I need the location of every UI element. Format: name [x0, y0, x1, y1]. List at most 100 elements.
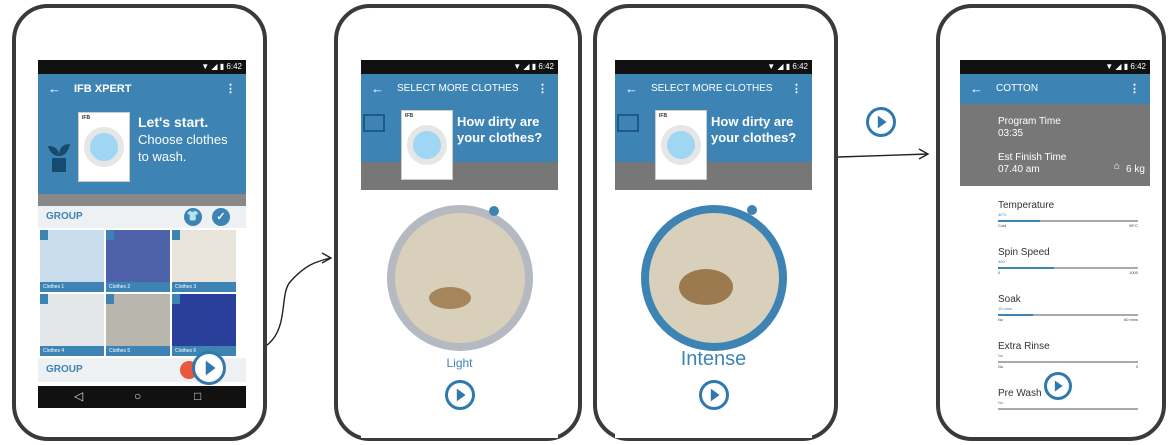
info-tag-icon — [40, 230, 48, 240]
info-tag-icon — [172, 230, 180, 240]
dial-handle[interactable] — [747, 205, 757, 215]
setting-current: No — [998, 353, 1004, 358]
back-arrow-icon[interactable]: ← — [970, 74, 983, 104]
play-button[interactable] — [699, 380, 729, 410]
setting-current: No — [998, 400, 1004, 405]
screen-title: SELECT MORE CLOTHES — [397, 83, 519, 94]
setting-max: 60 mins — [1123, 317, 1138, 322]
setting-min: Cold — [998, 223, 1007, 228]
more-options-icon[interactable]: ⋮ — [791, 74, 802, 104]
group-label-2: GROUP — [46, 364, 83, 375]
back-arrow-icon[interactable]: ← — [371, 74, 384, 104]
screen-title: SELECT MORE CLOTHES — [651, 83, 773, 94]
home-nav-icon[interactable]: ○ — [134, 389, 141, 403]
plant-icon — [48, 144, 70, 172]
setting-min: No — [998, 364, 1004, 369]
app-bar: ← SELECT MORE CLOTHES ⋮ — [361, 74, 558, 104]
setting-slider[interactable]: Soak 15 mins No 60 mins — [998, 294, 1138, 322]
setting-max: 95°C — [1129, 223, 1138, 228]
hero-title: Let's start. — [138, 114, 209, 130]
dirt-level-label: Light — [446, 356, 473, 370]
clothes-tile-2[interactable]: Clothes 2 — [106, 230, 170, 292]
question-banner: How dirty are your clothes? — [361, 104, 558, 162]
screen-dirt-intense: ▼ ◢ ▮ 6:42 ← SELECT MORE CLOTHES ⋮ How d… — [615, 60, 812, 438]
dirt-level-dial[interactable] — [641, 205, 787, 351]
app-title: IFB XPERT — [74, 83, 132, 95]
back-arrow-icon[interactable]: ← — [625, 74, 638, 104]
screen-group-select: ▼ ◢ ▮ 6:42 ← IFB XPERT ⋮ IFB Let's start… — [38, 60, 246, 408]
setting-fill — [998, 267, 1054, 269]
arrow-screen3-to-screen4 — [837, 153, 929, 158]
program-title: COTTON — [996, 83, 1039, 94]
setting-track[interactable] — [998, 408, 1138, 410]
app-bar: ← COTTON ⋮ — [960, 74, 1150, 104]
question-line-1: How dirty are — [457, 114, 540, 129]
status-bar: ▼ ◢ ▮ 6:42 — [38, 60, 246, 74]
setting-max: 3 — [1135, 364, 1138, 369]
check-icon[interactable]: ✓ — [212, 208, 230, 226]
setting-name: Temperature — [998, 200, 1055, 211]
setting-track[interactable] — [998, 361, 1138, 363]
more-options-icon[interactable]: ⋮ — [1129, 74, 1140, 104]
play-button[interactable] — [445, 380, 475, 410]
setting-min: No — [998, 317, 1004, 322]
info-tag-icon — [40, 294, 48, 304]
setting-min: 0 — [998, 270, 1001, 275]
dial-handle[interactable] — [489, 206, 499, 216]
shirt-icon[interactable]: 👕 — [184, 208, 202, 226]
play-button[interactable] — [1044, 372, 1072, 400]
back-nav-icon[interactable]: ◁ — [74, 389, 83, 403]
finish-time-label: Est Finish Time — [998, 152, 1067, 163]
play-button[interactable] — [192, 351, 226, 385]
program-time-value: 03:35 — [998, 128, 1024, 139]
phone-frame-2: ▼ ◢ ▮ 6:42 ← SELECT MORE CLOTHES ⋮ How d… — [334, 4, 582, 441]
setting-track[interactable] — [998, 314, 1138, 316]
finish-time-value: 07.40 am — [998, 164, 1040, 175]
screen-dirt-light: ▼ ◢ ▮ 6:42 ← SELECT MORE CLOTHES ⋮ How d… — [361, 60, 558, 438]
more-options-icon[interactable]: ⋮ — [537, 74, 548, 104]
info-tag-icon — [172, 294, 180, 304]
nav-bar: ◁ ○ □ — [38, 386, 246, 408]
question-line-1: How dirty are — [711, 114, 794, 129]
setting-track[interactable] — [998, 220, 1138, 222]
setting-current: 30°C — [998, 212, 1007, 217]
washing-machine-image: IFB — [401, 110, 453, 180]
app-bar: ← SELECT MORE CLOTHES ⋮ — [615, 74, 812, 104]
setting-slider[interactable]: Spin Speed 400 0 1000 — [998, 247, 1138, 275]
weight-icon: ⌂ — [1114, 161, 1121, 172]
back-arrow-icon[interactable]: ← — [48, 74, 61, 104]
load-weight: 6 kg — [1126, 164, 1145, 175]
clothes-tile-6[interactable]: Clothes 6 — [172, 294, 236, 356]
question-line-2: your clothes? — [457, 130, 543, 145]
program-time-label: Program Time — [998, 116, 1061, 127]
setting-name: Soak — [998, 294, 1021, 305]
setting-current: 15 mins — [998, 306, 1013, 311]
status-bar: ▼ ◢ ▮ 6:42 — [361, 60, 558, 74]
info-tag-icon — [106, 294, 114, 304]
setting-max: 1000 — [1129, 270, 1138, 275]
setting-current: 400 — [998, 259, 1005, 264]
grey-separator — [615, 162, 812, 190]
screen-cotton-program: ▼ ◢ ▮ 6:42 ← COTTON ⋮ Program Time 03:35… — [960, 60, 1150, 410]
info-tag-icon — [106, 230, 114, 240]
setting-fill — [998, 314, 1033, 316]
clothes-caption: Clothes 1 — [40, 282, 104, 292]
setting-track[interactable] — [998, 267, 1138, 269]
group-label: GROUP — [46, 211, 83, 222]
more-options-icon[interactable]: ⋮ — [225, 74, 236, 104]
recents-nav-icon[interactable]: □ — [194, 389, 201, 403]
hero-line-3: to wash. — [138, 149, 187, 164]
clothes-tile-5[interactable]: Clothes 5 — [106, 294, 170, 356]
washing-machine-image: IFB — [655, 110, 707, 180]
dirt-level-dial[interactable] — [387, 205, 533, 351]
setting-slider[interactable]: Extra Rinse No No 3 — [998, 341, 1138, 369]
clothes-tile-4[interactable]: Clothes 4 — [40, 294, 104, 356]
clothes-tile-1[interactable]: Clothes 1 — [40, 230, 104, 292]
setting-name: Extra Rinse — [998, 341, 1050, 352]
flow-play-button[interactable] — [866, 107, 896, 137]
setting-slider[interactable]: Temperature 30°C Cold 95°C — [998, 200, 1138, 228]
status-bar: ▼ ◢ ▮ 6:42 — [960, 60, 1150, 74]
dirt-level-label: Intense — [680, 348, 747, 370]
clothes-tile-3[interactable]: Clothes 3 — [172, 230, 236, 292]
group-header: GROUP 👕 ✓ — [38, 206, 246, 228]
